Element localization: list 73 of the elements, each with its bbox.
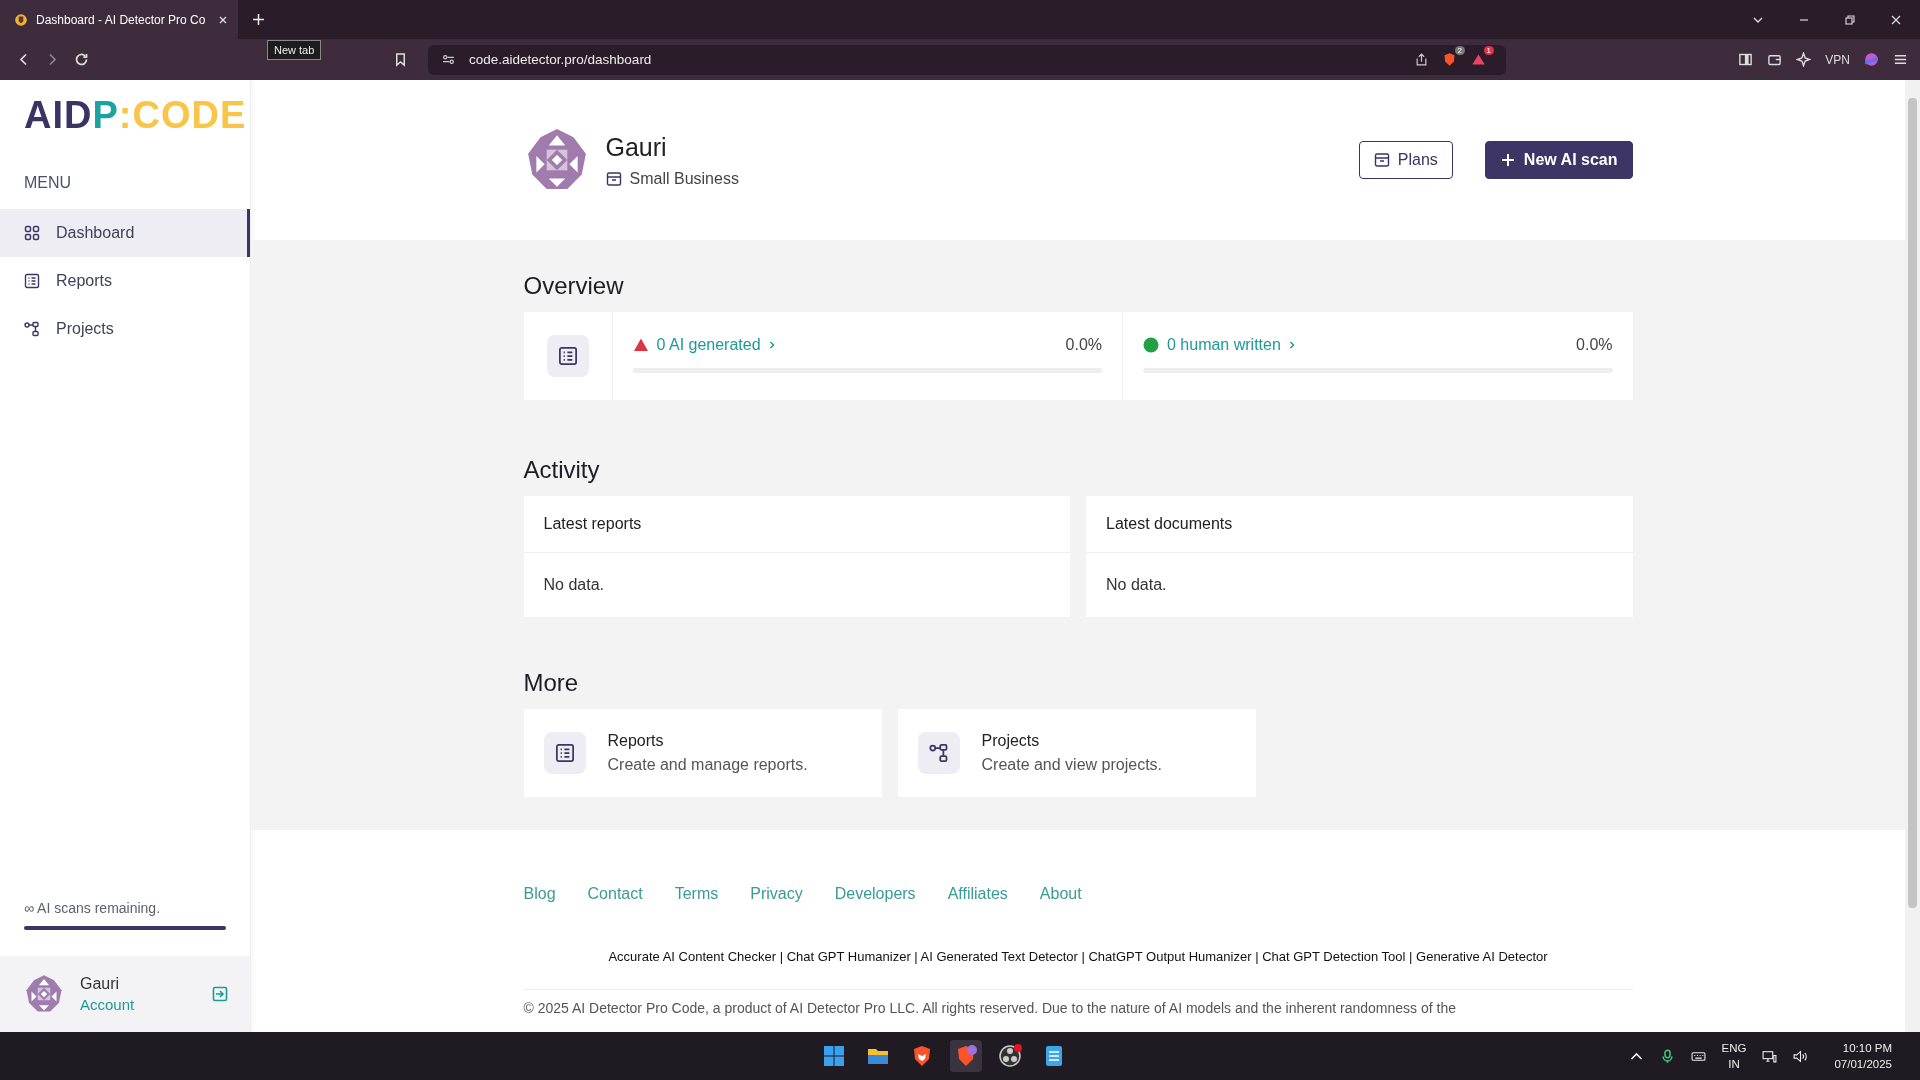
tab-title: Dashboard - AI Detector Pro Co: [36, 12, 207, 27]
sidebar-icon[interactable]: [1738, 52, 1754, 67]
grid-icon: [24, 225, 40, 241]
close-icon[interactable]: [218, 14, 228, 25]
menu-icon[interactable]: [1893, 52, 1908, 67]
nav-item[interactable]: Dashboard: [0, 209, 250, 257]
triangle-icon[interactable]: [1471, 52, 1486, 67]
wallet-icon[interactable]: [1767, 52, 1783, 67]
browser-tab[interactable]: Dashboard - AI Detector Pro Co: [0, 0, 238, 39]
sparkle-icon[interactable]: [1796, 52, 1812, 67]
copyright-text: © 2025 AI Detector Pro Code, a product of AI Detector Pro LLC. All rights reserved. Due to the nature of AI models and the inherent randomness of the: [523, 1000, 1457, 1016]
share-icon[interactable]: [1415, 53, 1428, 66]
stat-percent: 0.0%: [1576, 336, 1613, 354]
new-tab-icon[interactable]: [252, 13, 265, 26]
plans-button[interactable]: Plans: [1358, 141, 1453, 179]
warning-icon: [632, 337, 649, 353]
profile-name: Gauri: [605, 132, 668, 162]
url-text: code.aidetector.pro/dashboard: [469, 52, 652, 67]
vpn-button[interactable]: VPN: [1825, 52, 1850, 67]
card-title: Reports: [607, 732, 665, 750]
bookmark-icon[interactable]: [393, 52, 408, 67]
record-icon[interactable]: [998, 1044, 1023, 1068]
close-icon[interactable]: [1890, 13, 1902, 26]
reload-icon[interactable]: [74, 52, 89, 67]
seo-links: Accurate AI Content Checker | Chat GPT Humanizer | AI Generated Text Detector | ChatGPT Output Humanizer | Chat GPT Detection Tool | Generative AI Detector: [523, 949, 1633, 990]
list-icon: [557, 346, 578, 366]
new-scan-button[interactable]: New AI scan: [1484, 141, 1633, 179]
card-description: Create and view projects.: [981, 756, 1163, 774]
restore-icon[interactable]: [1844, 13, 1856, 26]
card-title: Projects: [981, 732, 1041, 750]
user-name: Gauri: [80, 975, 121, 993]
clock[interactable]: 10:10 PM 07/01/2025: [1834, 1040, 1892, 1072]
section-heading: Activity: [523, 456, 601, 484]
box-icon: [1373, 152, 1390, 168]
avatar-icon: [24, 974, 64, 1014]
list-icon: [24, 273, 40, 289]
windows-icon[interactable]: [822, 1044, 847, 1068]
scans-remaining: ∞ AI scans remaining.: [23, 900, 162, 916]
rewards-count: 1: [1483, 46, 1494, 55]
logout-icon[interactable]: [212, 986, 228, 1002]
section-heading: Overview: [523, 272, 625, 300]
empty-message: No data.: [1106, 576, 1167, 594]
stat-percent: 0.0%: [1065, 336, 1102, 354]
language-indicator[interactable]: ENG IN: [1721, 1040, 1747, 1072]
network-icon[interactable]: [1762, 1048, 1778, 1064]
shortcut-card[interactable]: Reports Create and manage reports.: [523, 709, 882, 797]
list-icon: [554, 743, 575, 763]
nodes-icon: [928, 743, 949, 763]
nav-item[interactable]: Projects: [0, 305, 250, 353]
card-description: Create and manage reports.: [607, 756, 808, 774]
profile-icon[interactable]: [1864, 52, 1879, 67]
plan-name: Small Business: [629, 169, 739, 188]
site-settings-icon[interactable]: [442, 53, 455, 66]
favicon-icon: [14, 12, 28, 27]
scrollbar[interactable]: [1905, 80, 1920, 1032]
card-title: Latest reports: [543, 515, 642, 533]
plus-icon: [1499, 152, 1516, 168]
stat-link[interactable]: 0 AI generated: [656, 336, 777, 354]
footer-link[interactable]: Contact: [587, 885, 643, 903]
nav-item[interactable]: Reports: [0, 257, 250, 305]
tooltip: New tab: [267, 40, 322, 60]
empty-message: No data.: [543, 576, 604, 594]
card-title: Latest documents: [1106, 515, 1233, 533]
shield-count: 2: [1454, 46, 1465, 55]
logo[interactable]: AIDP:CODE: [0, 80, 250, 142]
nodes-icon: [24, 321, 40, 337]
address-bar[interactable]: code.aidetector.pro/dashboard 2 1: [428, 44, 1506, 75]
menu-heading: MENU: [23, 173, 73, 193]
section-heading: More: [523, 669, 580, 697]
shortcut-card[interactable]: Projects Create and view projects.: [897, 709, 1256, 797]
box-icon: [605, 170, 622, 187]
volume-icon[interactable]: [1793, 1048, 1809, 1064]
check-dot-icon: [1143, 337, 1159, 353]
